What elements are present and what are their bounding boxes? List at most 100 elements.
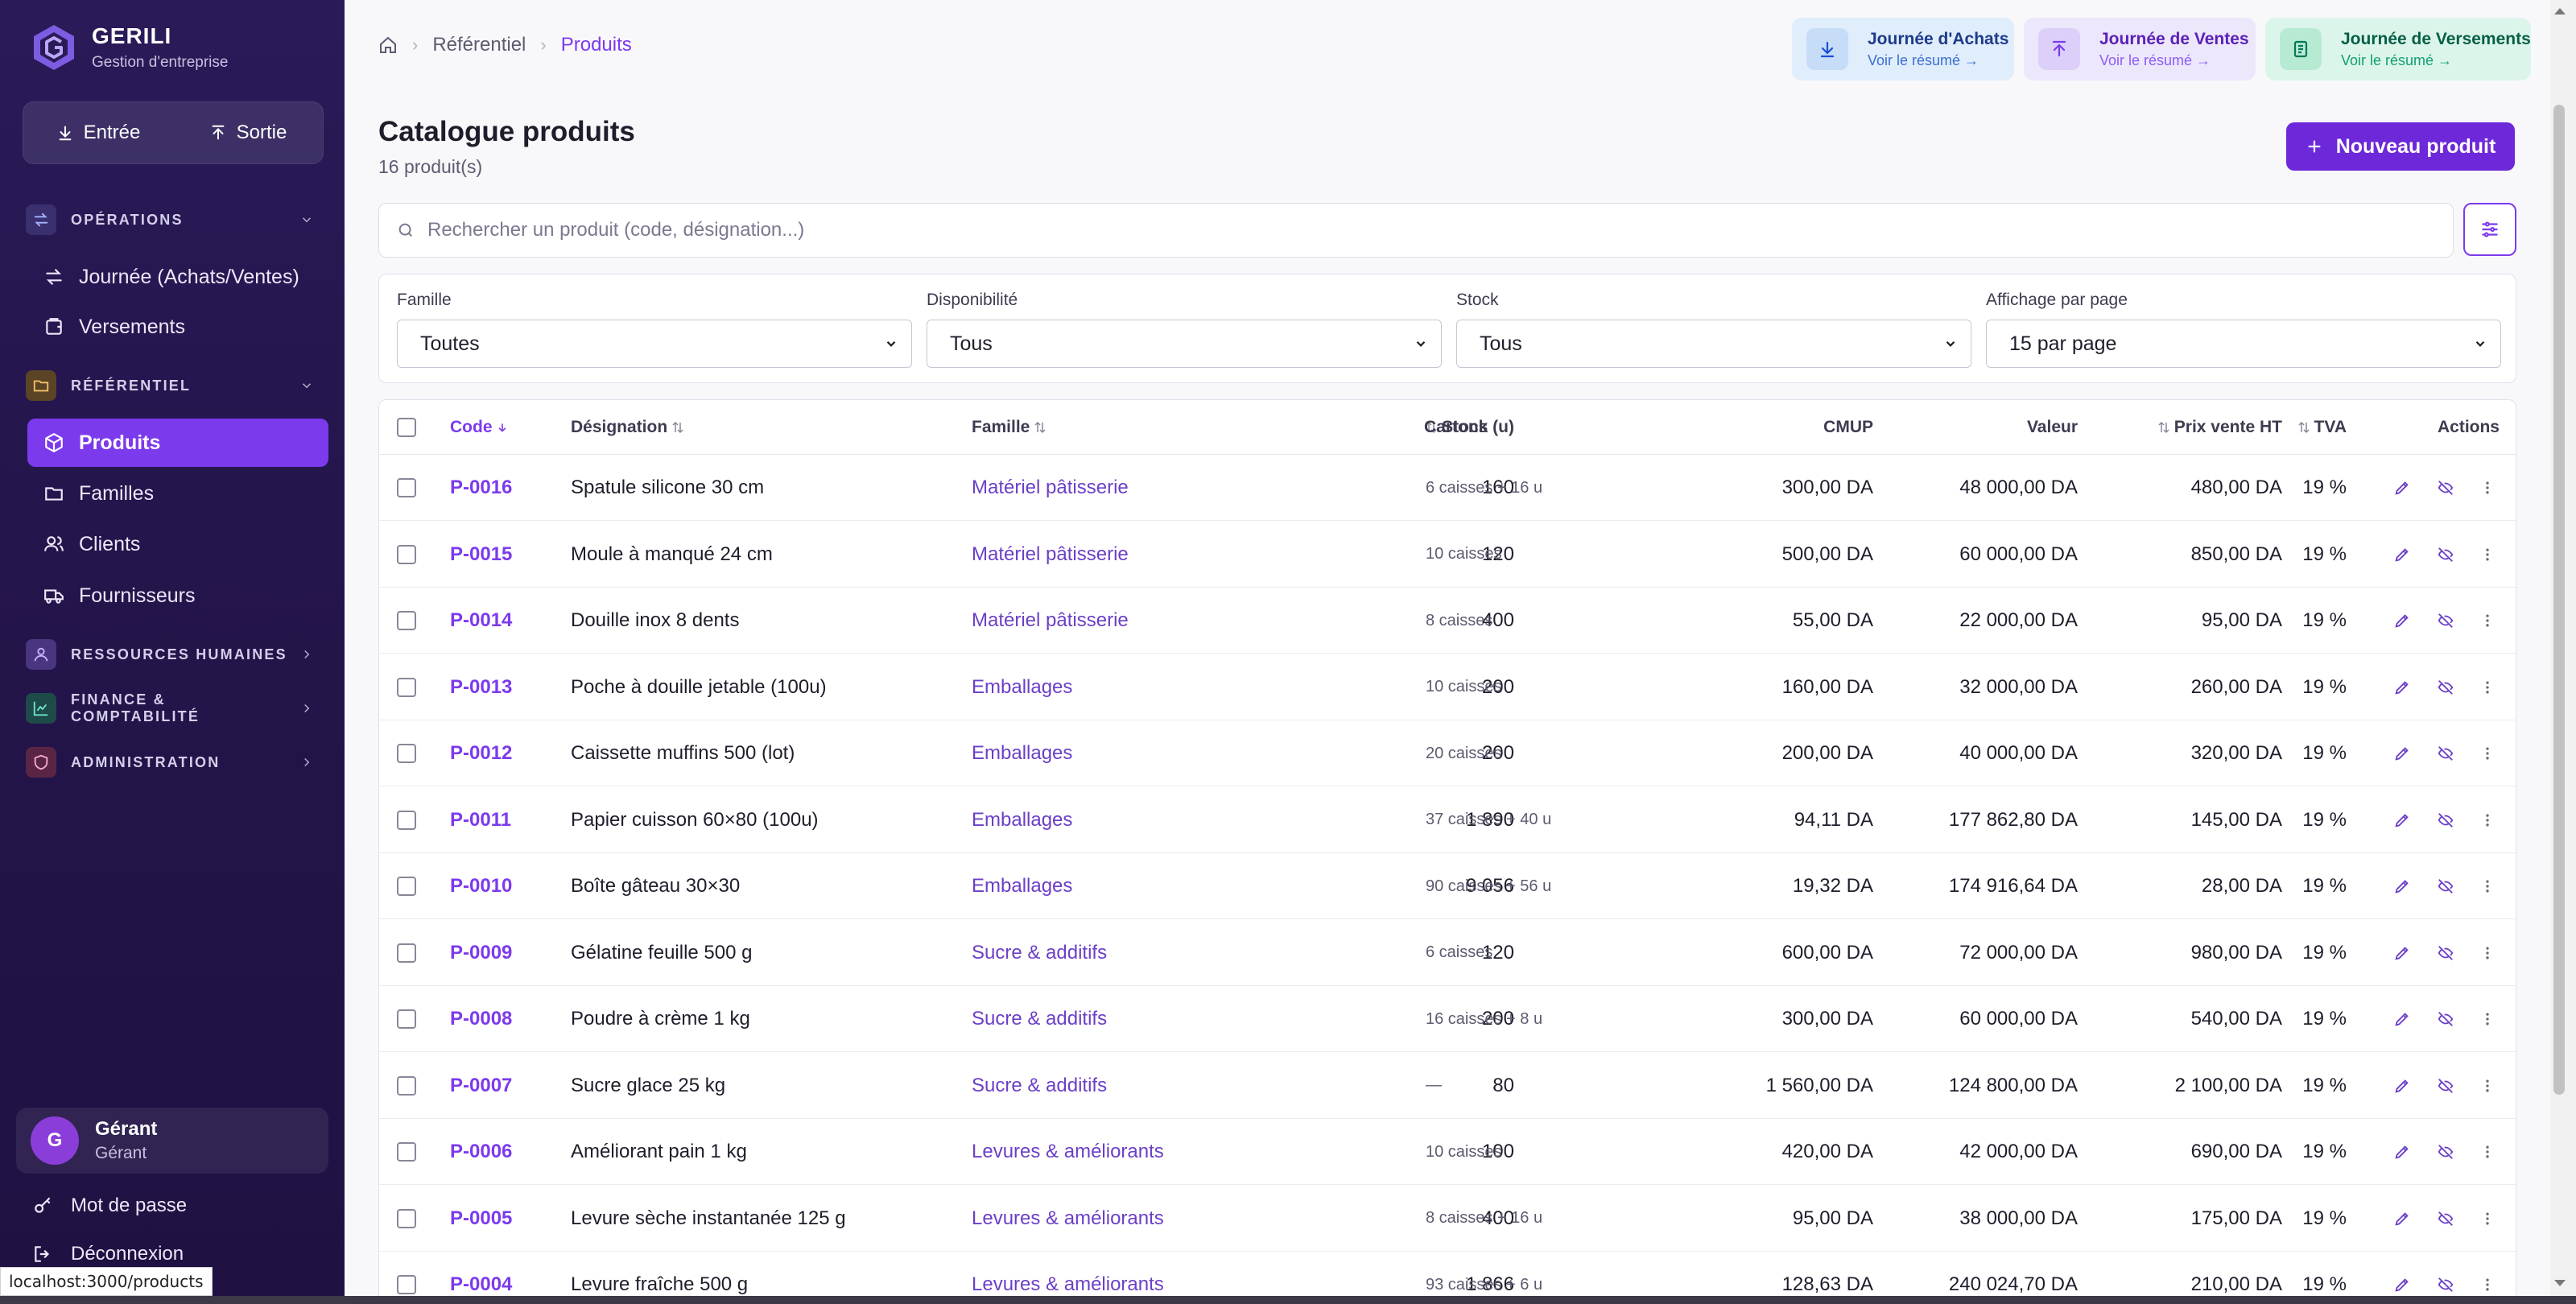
breadcrumb-item[interactable]: Référentiel [432,34,526,56]
eye-off-icon[interactable] [2434,853,2458,919]
more-vertical-icon[interactable] [2475,787,2500,853]
column-header-tva[interactable]: TVA [2231,400,2347,455]
search-input[interactable] [427,219,2359,241]
section-operations[interactable]: OPÉRATIONS [26,203,319,237]
table-row[interactable]: P-0016 Spatule silicone 30 cm Matériel pât… [379,455,2516,521]
more-vertical-icon[interactable] [2475,920,2500,986]
row-checkbox[interactable] [397,1142,416,1162]
row-checkbox[interactable] [397,744,416,763]
column-header-code[interactable]: Code [450,400,512,455]
edit-icon[interactable] [2390,455,2414,521]
edit-icon[interactable] [2390,1053,2414,1119]
product-code[interactable]: P-0005 [450,1186,512,1252]
row-checkbox[interactable] [397,877,416,896]
journal-achats-card[interactable]: Journée d'Achats Voir le résumé → [1792,18,2014,80]
row-checkbox[interactable] [397,1009,416,1029]
journal-versements-card[interactable]: Journée de Versements Voir le résumé → [2265,18,2531,80]
section-administration[interactable]: ADMINISTRATION [26,745,319,779]
eye-off-icon[interactable] [2434,522,2458,588]
eye-off-icon[interactable] [2434,920,2458,986]
eye-off-icon[interactable] [2434,588,2458,654]
section-referentiel[interactable]: RÉFÉRENTIEL [26,369,319,402]
table-row[interactable]: P-0009 Gélatine feuille 500 g Sucre & addi… [379,919,2516,986]
table-row[interactable]: P-0010 Boîte gâteau 30×30 Emballages 9 056 9… [379,853,2516,919]
row-checkbox[interactable] [397,810,416,830]
edit-icon[interactable] [2390,654,2414,720]
table-row[interactable]: P-0008 Poudre à crème 1 kg Sucre & additif… [379,986,2516,1052]
more-vertical-icon[interactable] [2475,654,2500,720]
eye-off-icon[interactable] [2434,720,2458,786]
product-code[interactable]: P-0007 [450,1053,512,1119]
row-checkbox[interactable] [397,1075,416,1096]
sidebar-item-versements[interactable]: Versements [27,303,328,351]
scroll-down-arrow[interactable] [2554,1280,2566,1286]
sortie-button[interactable]: Sortie [173,102,323,163]
table-row[interactable]: P-0013 Poche à douille jetable (100u) Emba… [379,654,2516,720]
more-vertical-icon[interactable] [2475,986,2500,1052]
sidebar-item-journee[interactable]: Journée (Achats/Ventes) [27,253,328,301]
disponibilite-select[interactable]: Tous [927,320,1442,368]
column-header-famille[interactable]: Famille [972,400,1051,455]
edit-icon[interactable] [2390,1119,2414,1185]
more-vertical-icon[interactable] [2475,1053,2500,1119]
famille-select[interactable]: Toutes [397,320,912,368]
table-row[interactable]: P-0007 Sucre glace 25 kg Sucre & additifs 8… [379,1052,2516,1119]
row-checkbox[interactable] [397,1275,416,1294]
select-all-checkbox[interactable] [397,418,416,437]
scrollbar[interactable] [2550,0,2576,1304]
edit-icon[interactable] [2390,1186,2414,1252]
table-row[interactable]: P-0015 Moule à manqué 24 cm Matériel pâtis… [379,521,2516,588]
row-checkbox[interactable] [397,611,416,630]
product-code[interactable]: P-0016 [450,455,512,521]
product-code[interactable]: P-0012 [450,720,512,786]
scroll-up-arrow[interactable] [2554,8,2566,14]
product-code[interactable]: P-0008 [450,986,512,1052]
edit-icon[interactable] [2390,720,2414,786]
product-code[interactable]: P-0014 [450,588,512,654]
scrollbar-thumb[interactable] [2553,105,2565,1095]
product-code[interactable]: P-0010 [450,853,512,919]
edit-icon[interactable] [2390,787,2414,853]
section-ressources-humaines[interactable]: RESSOURCES HUMAINES [26,638,319,671]
table-row[interactable]: P-0012 Caissette muffins 500 (lot) Emballa… [379,720,2516,786]
journal-ventes-card[interactable]: Journée de Ventes Voir le résumé → [2024,18,2256,80]
page-size-select[interactable]: 15 par page [1986,320,2501,368]
edit-icon[interactable] [2390,920,2414,986]
edit-icon[interactable] [2390,853,2414,919]
table-row[interactable]: P-0006 Améliorant pain 1 kg Levures & amél… [379,1119,2516,1185]
new-product-button[interactable]: Nouveau produit [2286,122,2515,171]
filter-toggle-button[interactable] [2463,203,2516,256]
row-checkbox[interactable] [397,544,416,564]
section-finance[interactable]: FINANCE & COMPTABILITÉ [26,691,319,725]
more-vertical-icon[interactable] [2475,1186,2500,1252]
brand[interactable]: GERILI Gestion d'entreprise [29,23,228,72]
product-code[interactable]: P-0015 [450,522,512,588]
eye-off-icon[interactable] [2434,1053,2458,1119]
eye-off-icon[interactable] [2434,455,2458,521]
row-checkbox[interactable] [397,1208,416,1228]
row-checkbox[interactable] [397,677,416,697]
eye-off-icon[interactable] [2434,1186,2458,1252]
more-vertical-icon[interactable] [2475,522,2500,588]
edit-icon[interactable] [2390,588,2414,654]
edit-icon[interactable] [2390,986,2414,1052]
more-vertical-icon[interactable] [2475,720,2500,786]
logout-link[interactable]: Déconnexion [32,1243,184,1265]
edit-icon[interactable] [2390,522,2414,588]
product-code[interactable]: P-0013 [450,654,512,720]
entree-button[interactable]: Entrée [23,102,173,163]
home-icon[interactable] [378,35,398,55]
more-vertical-icon[interactable] [2475,455,2500,521]
user-card[interactable]: G Gérant Gérant [16,1108,328,1174]
product-code[interactable]: P-0006 [450,1119,512,1185]
sidebar-item-clients[interactable]: Clients [27,520,328,568]
table-row[interactable]: P-0014 Douille inox 8 dents Matériel pâtis… [379,588,2516,654]
stock-select[interactable]: Tous [1456,320,1971,368]
more-vertical-icon[interactable] [2475,588,2500,654]
row-checkbox[interactable] [397,478,416,497]
column-header-designation[interactable]: Désignation [571,400,688,455]
row-checkbox[interactable] [397,943,416,963]
table-row[interactable]: P-0005 Levure sèche instantanée 125 g Levu… [379,1185,2516,1252]
product-code[interactable]: P-0011 [450,787,511,853]
sidebar-item-familles[interactable]: Familles [27,469,328,518]
